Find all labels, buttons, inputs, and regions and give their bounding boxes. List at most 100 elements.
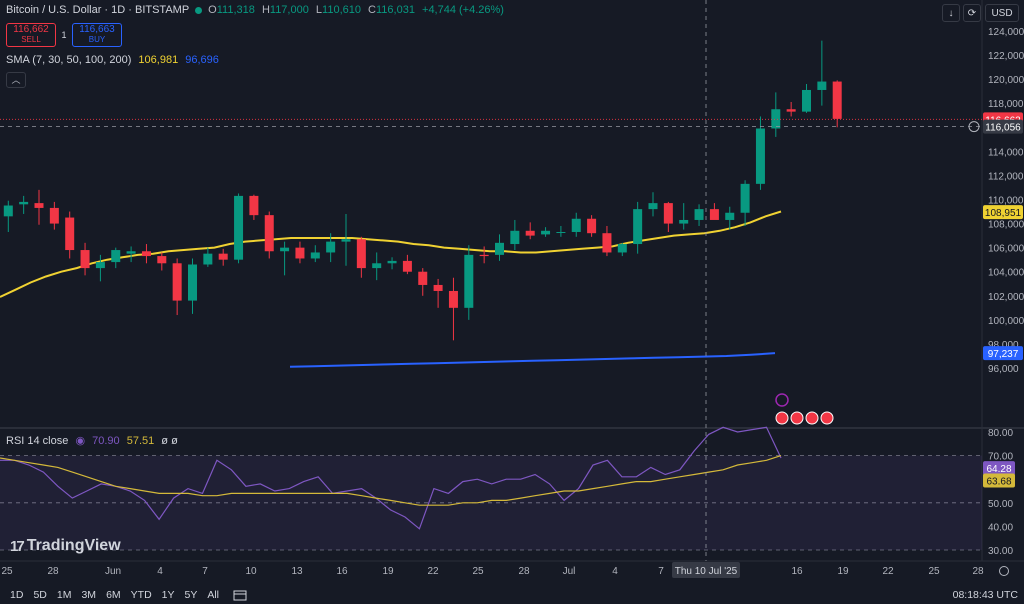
price-tick-label: 108,000	[988, 220, 1024, 231]
rsi-band	[0, 455, 982, 550]
eye-icon[interactable]: ◉	[75, 435, 85, 447]
trade-panel: 116,662 SELL 1 116,663 BUY	[6, 23, 122, 47]
candle-body	[694, 209, 704, 220]
ohlc-values: O111,318 H117,000 L110,610 C116,031 +4,7…	[208, 4, 508, 16]
tradingview-logo[interactable]: 17 TradingView	[10, 537, 121, 555]
candle-body	[755, 128, 765, 184]
sma-legend[interactable]: SMA (7, 30, 50, 100, 200) 106,981 96,696	[6, 54, 219, 66]
rsi-tick-label: 40.00	[988, 522, 1013, 533]
time-tick-label: 4	[157, 566, 163, 577]
calendar-icon[interactable]	[233, 589, 247, 601]
candle-body	[188, 264, 197, 301]
price-tick-label: 100,000	[988, 316, 1024, 327]
candle-body	[95, 262, 105, 269]
time-tick-label: 22	[427, 566, 439, 577]
time-tick-label: Jun	[105, 566, 121, 577]
symbol-title[interactable]: Bitcoin / U.S. Dollar · 1D · BITSTAMP	[6, 4, 189, 16]
sell-button[interactable]: 116,662 SELL	[6, 23, 56, 47]
candle-body	[525, 230, 535, 236]
time-tick-label: 25	[472, 566, 484, 577]
collapse-legend-button[interactable]: ︿	[6, 72, 26, 88]
tf-all[interactable]: All	[207, 589, 219, 601]
candle-body	[80, 250, 90, 269]
currency-button[interactable]: USD	[985, 4, 1019, 22]
time-axis: 25 28 Jun 4 7 10 13 16 19 22 25 28 Jul 4 7 Thu 10 Jul '…	[1, 562, 1009, 578]
time-tick-label: 7	[202, 566, 208, 577]
candle-body	[218, 253, 228, 260]
price-tick-label: 112,000	[988, 171, 1024, 182]
time-tick-label: 19	[382, 566, 394, 577]
spread-value: 1	[61, 30, 67, 40]
price-tick-label: 120,000	[988, 75, 1024, 86]
time-tick-label: 16	[791, 566, 803, 577]
high-value: 117,000	[269, 4, 309, 16]
price-tick-label: 96,000	[988, 364, 1019, 375]
sma-value-2: 96,696	[185, 54, 219, 66]
candle-body	[34, 203, 44, 208]
candle-body	[556, 231, 566, 233]
candle-body	[832, 81, 842, 119]
rsi-ma-label: 63.68	[986, 477, 1011, 488]
tf-5y[interactable]: 5Y	[185, 589, 198, 601]
sma-yellow-price-label: 108,951	[985, 208, 1022, 219]
economic-event-icon	[790, 411, 804, 425]
time-tick-label: 28	[972, 566, 984, 577]
candle-body	[740, 183, 750, 213]
tf-1m[interactable]: 1M	[57, 589, 72, 601]
candle-body	[126, 251, 136, 254]
price-tick-label: 110,000	[988, 196, 1024, 207]
rsi-tick-label: 50.00	[988, 499, 1013, 510]
price-tick-label: 122,000	[988, 51, 1024, 62]
chart-canvas[interactable]: 124,000122,000120,000118,000116,000114,0…	[0, 0, 1024, 604]
time-tick-label: 4	[612, 566, 618, 577]
candle-body	[709, 209, 719, 220]
candle-body	[663, 203, 673, 224]
candle-body	[234, 195, 244, 260]
candle-body	[310, 252, 320, 259]
price-tick-label: 118,000	[988, 99, 1024, 110]
candle-body	[433, 284, 443, 291]
tf-ytd[interactable]: YTD	[131, 589, 152, 601]
time-tick-label: 22	[882, 566, 894, 577]
download-button[interactable]: ↓	[942, 4, 960, 22]
time-tick-label: 10	[245, 566, 257, 577]
low-value: 110,610	[322, 4, 361, 16]
time-tick-label: 28	[47, 566, 59, 577]
candle-body	[464, 254, 474, 308]
candle-body	[3, 205, 13, 217]
fullscreen-button[interactable]: ⟳	[963, 4, 981, 22]
symbol-header: Bitcoin / U.S. Dollar · 1D · BITSTAMP O1…	[6, 4, 508, 16]
buy-button[interactable]: 116,663 BUY	[72, 23, 122, 47]
tradingview-mark-icon: 17	[10, 537, 25, 555]
tf-5d[interactable]: 5D	[33, 589, 46, 601]
brand-text: TradingView	[26, 537, 121, 554]
candle-body	[249, 195, 259, 216]
buy-label: BUY	[88, 35, 106, 44]
rsi-ma-value: 57.51	[126, 435, 155, 447]
tf-1y[interactable]: 1Y	[162, 589, 175, 601]
tf-3m[interactable]: 3M	[81, 589, 96, 601]
time-tick-label: 25	[1, 566, 13, 577]
candle-body	[264, 215, 274, 252]
rsi-extra: ø ø	[161, 435, 178, 447]
tf-6m[interactable]: 6M	[106, 589, 121, 601]
candle-body	[541, 230, 551, 235]
candle-body	[587, 218, 597, 234]
clock: 08:18:43 UTC	[952, 589, 1018, 601]
candle-body	[111, 250, 121, 263]
economic-event-icon	[805, 411, 819, 425]
tf-1d[interactable]: 1D	[10, 589, 23, 601]
sma-blue-price-label: 97,237	[988, 349, 1019, 360]
economic-event-icon	[775, 411, 789, 425]
candle-body	[356, 239, 366, 269]
candle-body	[617, 244, 627, 253]
candle-body	[725, 212, 735, 220]
candle-body	[49, 207, 59, 224]
rsi-name: RSI 14 close	[6, 435, 69, 447]
rsi-tick-label: 70.00	[988, 452, 1013, 463]
high-label: H	[261, 4, 270, 16]
rsi-legend[interactable]: RSI 14 close ◉ 70.90 57.51 ø ø	[6, 434, 178, 447]
candle-body	[602, 233, 612, 253]
price-tick-label: 102,000	[988, 292, 1024, 303]
candle-body	[341, 239, 351, 242]
